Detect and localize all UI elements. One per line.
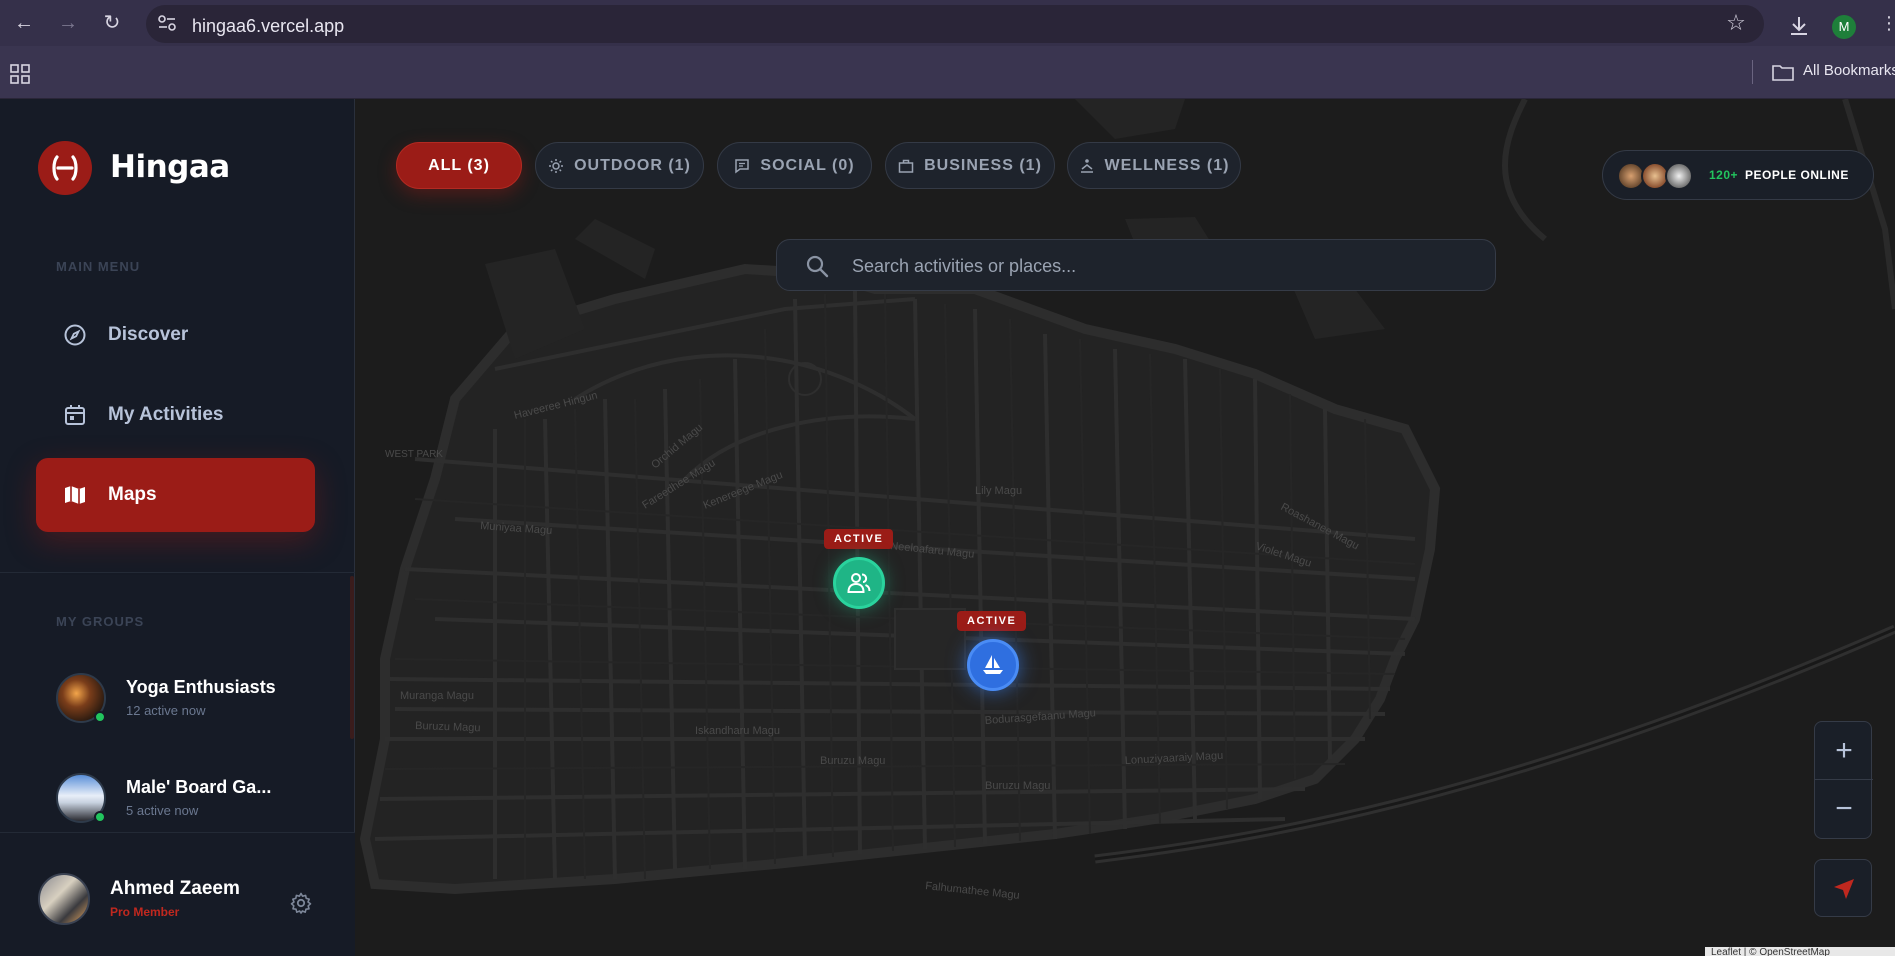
briefcase-icon (898, 159, 914, 173)
locate-me-button[interactable] (1814, 859, 1872, 917)
my-groups-label: MY GROUPS (56, 614, 145, 629)
folder-icon (1772, 65, 1794, 81)
chip-label: SOCIAL (0) (760, 156, 855, 174)
chat-icon (735, 158, 750, 173)
browser-tab-bar: ← → ↻ hingaa6.vercel.app ☆ M ⋮ (0, 0, 1895, 46)
online-user-avatar (1665, 162, 1693, 190)
sun-icon (549, 158, 564, 173)
group-name: Male' Board Ga... (126, 777, 272, 797)
sidebar-scrollbar[interactable] (350, 576, 354, 739)
zoom-out-button[interactable]: − (1815, 780, 1873, 838)
bookmarks-bar: All Bookmarks (0, 46, 1895, 99)
app-logo[interactable] (38, 141, 92, 195)
sidebar-item-label: Discover (108, 324, 189, 345)
back-icon[interactable]: ← (12, 11, 36, 35)
street-label: Muranga Magu (400, 690, 474, 702)
group-icon (847, 573, 871, 593)
main-menu-label: MAIN MENU (56, 259, 141, 274)
sidebar-item-label: Maps (108, 484, 157, 505)
activity-marker-social[interactable] (833, 557, 885, 609)
west-park-label: WEST PARK (385, 449, 443, 460)
sidebar: Hingaa MAIN MENU Discover My Activities … (0, 99, 355, 956)
street-label: Buruzu Magu (820, 755, 885, 767)
app-name: Hingaa (110, 149, 230, 185)
gear-icon[interactable] (289, 891, 313, 915)
online-status-dot (94, 711, 106, 723)
logo-mark-icon (52, 155, 78, 181)
filter-chip-all[interactable]: ALL (3) (396, 142, 522, 189)
online-label: PEOPLE ONLINE (1745, 168, 1849, 182)
sidebar-divider (0, 572, 355, 573)
search-icon (806, 255, 829, 278)
zoom-controls: + − (1814, 721, 1873, 839)
filter-chip-business[interactable]: BUSINESS (1) (885, 142, 1055, 189)
street-label: Iskandharu Magu (695, 725, 780, 737)
group-active-count: 12 active now (126, 703, 206, 718)
chip-label: ALL (3) (428, 156, 490, 174)
street-label: Lily Magu (975, 485, 1022, 497)
user-profile-panel: Ahmed Zaeem Pro Member (0, 832, 355, 956)
activity-marker-outdoor[interactable] (967, 639, 1019, 691)
profile-avatar[interactable]: M (1832, 15, 1856, 39)
map-tiles: Haveeree Hingun Orchid Magu Fareedhee Ma… (355, 99, 1895, 956)
apps-grid-icon[interactable] (10, 64, 30, 84)
street-label: Buruzu Magu (415, 720, 481, 734)
more-menu-icon[interactable]: ⋮ (1877, 11, 1895, 35)
people-online-badge: 120+ PEOPLE ONLINE (1602, 150, 1874, 200)
all-bookmarks-link[interactable]: All Bookmarks (1803, 62, 1895, 79)
sidebar-item-my-activities[interactable]: My Activities (36, 378, 315, 452)
filter-chip-wellness[interactable]: WELLNESS (1) (1067, 142, 1241, 189)
street-label: Buruzu Magu (985, 780, 1050, 792)
group-active-count: 5 active now (126, 803, 199, 818)
navigation-arrow-icon (1834, 879, 1854, 899)
sailboat-icon (983, 655, 1003, 674)
download-icon[interactable] (1788, 15, 1810, 37)
group-name: Yoga Enthusiasts (126, 677, 276, 697)
chip-label: BUSINESS (1) (924, 156, 1042, 174)
group-item-yoga[interactable]: Yoga Enthusiasts 12 active now (56, 673, 346, 733)
filter-chip-outdoor[interactable]: OUTDOOR (1) (535, 142, 704, 189)
sidebar-item-discover[interactable]: Discover (36, 298, 315, 372)
address-bar[interactable] (146, 5, 1764, 43)
user-role: Pro Member (110, 905, 180, 919)
bookmark-star-icon[interactable]: ☆ (1724, 11, 1748, 35)
sidebar-item-label: My Activities (108, 404, 224, 425)
chip-label: WELLNESS (1) (1104, 156, 1230, 174)
forward-icon[interactable]: → (56, 11, 80, 35)
user-name: Ahmed Zaeem (110, 878, 240, 899)
site-info-icon[interactable] (158, 15, 176, 31)
url-text[interactable]: hingaa6.vercel.app (192, 16, 344, 37)
map-canvas[interactable]: Haveeree Hingun Orchid Magu Fareedhee Ma… (355, 99, 1895, 956)
meditation-icon (1080, 158, 1093, 173)
chip-label: OUTDOOR (1) (574, 156, 691, 174)
search-input[interactable] (852, 253, 1452, 279)
online-count: 120+ (1709, 168, 1739, 182)
marker-status-badge: ACTIVE (957, 611, 1027, 631)
online-status-dot (94, 811, 106, 823)
search-bar (776, 239, 1496, 291)
map-icon (62, 482, 88, 508)
bookmarks-separator (1752, 60, 1753, 84)
calendar-icon (62, 402, 88, 428)
marker-status-badge: ACTIVE (824, 529, 894, 549)
user-avatar[interactable] (38, 873, 90, 925)
reload-icon[interactable]: ↻ (100, 11, 124, 35)
filter-chip-social[interactable]: SOCIAL (0) (717, 142, 872, 189)
compass-icon (62, 322, 88, 348)
sidebar-item-maps[interactable]: Maps (36, 458, 315, 532)
map-attribution[interactable]: Leaflet | © OpenStreetMap (1705, 947, 1895, 956)
group-item-board-games[interactable]: Male' Board Ga... 5 active now (56, 773, 346, 833)
zoom-in-button[interactable]: + (1815, 722, 1873, 780)
